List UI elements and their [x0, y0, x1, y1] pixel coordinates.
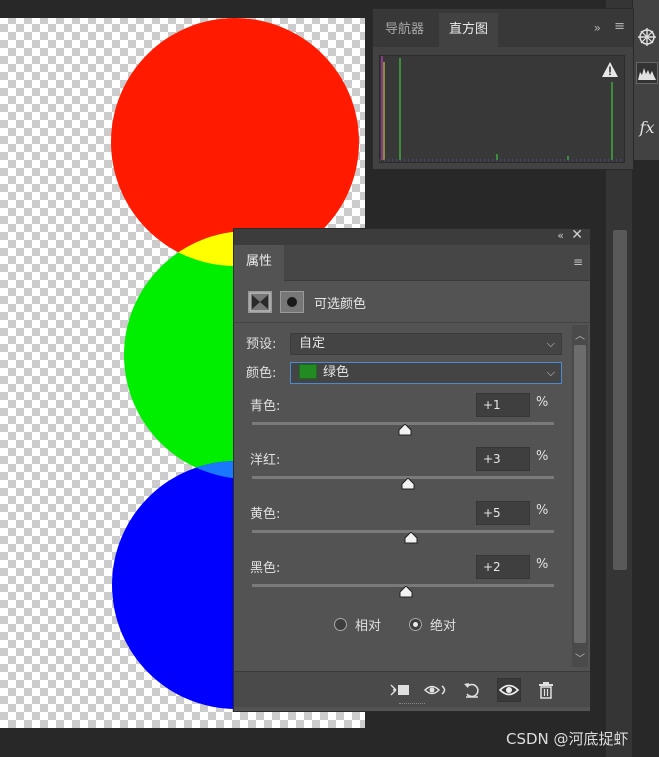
method-radio-group: 相对 绝对	[234, 615, 574, 635]
black-slider-thumb[interactable]	[399, 586, 413, 598]
tab-properties[interactable]: 属性	[234, 245, 285, 281]
adjustment-title: 可选颜色	[314, 297, 367, 312]
yellow-slider-thumb[interactable]	[404, 532, 418, 544]
tab-histogram[interactable]: 直方图	[439, 13, 499, 47]
histogram-bars	[380, 56, 624, 161]
colors-label: 颜色:	[246, 366, 277, 381]
expand-panels-icon[interactable]: »	[594, 21, 601, 35]
close-icon[interactable]: ✕	[571, 227, 583, 243]
trash-icon[interactable]	[534, 678, 558, 702]
chevron-down-icon: ⌵	[546, 337, 555, 350]
view-previous-state-icon[interactable]	[424, 678, 448, 702]
photoshop-workspace: fx 导航器 直方图 » ≡ « ✕ 属性 ≡ 可选颜色 预设: 自定 ⌵ 颜色…	[0, 0, 659, 757]
panel-menu-icon[interactable]: ≡	[573, 255, 583, 269]
chevron-down-icon: ⌵	[546, 366, 555, 379]
absolute-label[interactable]: 绝对	[430, 615, 456, 634]
cyan-value-input[interactable]: +1	[476, 393, 530, 417]
adjustment-layer-icon[interactable]	[248, 291, 272, 313]
yellow-value-input[interactable]: +5	[476, 501, 530, 525]
relative-label[interactable]: 相对	[355, 615, 381, 634]
preset-value: 自定	[299, 336, 326, 351]
magenta-percent-sign: %	[536, 449, 549, 464]
tab-navigator[interactable]: 导航器	[375, 13, 434, 47]
color-wheel-icon[interactable]	[636, 26, 658, 48]
collapse-panel-icon[interactable]: «	[557, 229, 564, 242]
layer-mask-icon[interactable]	[280, 291, 304, 313]
scroll-up-icon[interactable]: ︿	[575, 327, 585, 342]
panel-resize-grip[interactable]	[399, 703, 425, 707]
visibility-eye-icon[interactable]	[497, 678, 521, 702]
preset-dropdown[interactable]: 自定 ⌵	[290, 333, 562, 355]
absolute-radio[interactable]	[409, 618, 422, 631]
magenta-value-input[interactable]: +3	[476, 447, 530, 471]
magenta-label: 洋红:	[250, 453, 281, 468]
canvas-vertical-scrollbar[interactable]	[613, 230, 627, 570]
right-tool-column: fx	[632, 0, 659, 160]
colors-value: 绿色	[323, 365, 350, 380]
properties-scrollbar[interactable]: ︿ ﹀	[572, 325, 588, 667]
fx-icon[interactable]: fx	[636, 116, 658, 138]
watermark: CSDN @河底捉虾	[506, 730, 629, 748]
panel-menu-icon[interactable]: ≡	[614, 19, 625, 34]
properties-scroll-thumb[interactable]	[574, 345, 586, 643]
properties-tabs: 属性 ≡	[234, 245, 590, 281]
properties-footer	[234, 671, 590, 707]
histogram-icon[interactable]	[636, 62, 658, 84]
green-swatch	[299, 364, 317, 379]
adjustment-header: 可选颜色	[234, 281, 590, 323]
cyan-label: 青色:	[250, 399, 281, 414]
preset-label: 预设:	[246, 337, 277, 352]
reset-icon[interactable]	[460, 678, 484, 702]
relative-radio[interactable]	[334, 618, 347, 631]
magenta-slider-thumb[interactable]	[401, 478, 415, 490]
black-label: 黑色:	[250, 561, 281, 576]
black-percent-sign: %	[536, 557, 549, 572]
scroll-down-icon[interactable]: ﹀	[575, 650, 585, 665]
properties-titlebar[interactable]: « ✕	[234, 227, 590, 245]
histogram-panel: 导航器 直方图 » ≡	[372, 8, 634, 170]
yellow-label: 黄色:	[250, 507, 281, 522]
black-value-input[interactable]: +2	[476, 555, 530, 579]
histogram-graph	[379, 55, 625, 163]
clip-to-layer-icon[interactable]	[388, 678, 412, 702]
yellow-percent-sign: %	[536, 503, 549, 518]
cache-warning-icon[interactable]	[602, 62, 618, 77]
colors-dropdown[interactable]: 绿色 ⌵	[290, 362, 562, 384]
cyan-slider-thumb[interactable]	[398, 424, 412, 436]
cyan-percent-sign: %	[536, 395, 549, 410]
properties-panel: « ✕ 属性 ≡ 可选颜色 预设: 自定 ⌵ 颜色: 绿色 ⌵ 青色: +1 %…	[233, 227, 591, 712]
histogram-panel-tabs: 导航器 直方图 » ≡	[373, 9, 633, 47]
